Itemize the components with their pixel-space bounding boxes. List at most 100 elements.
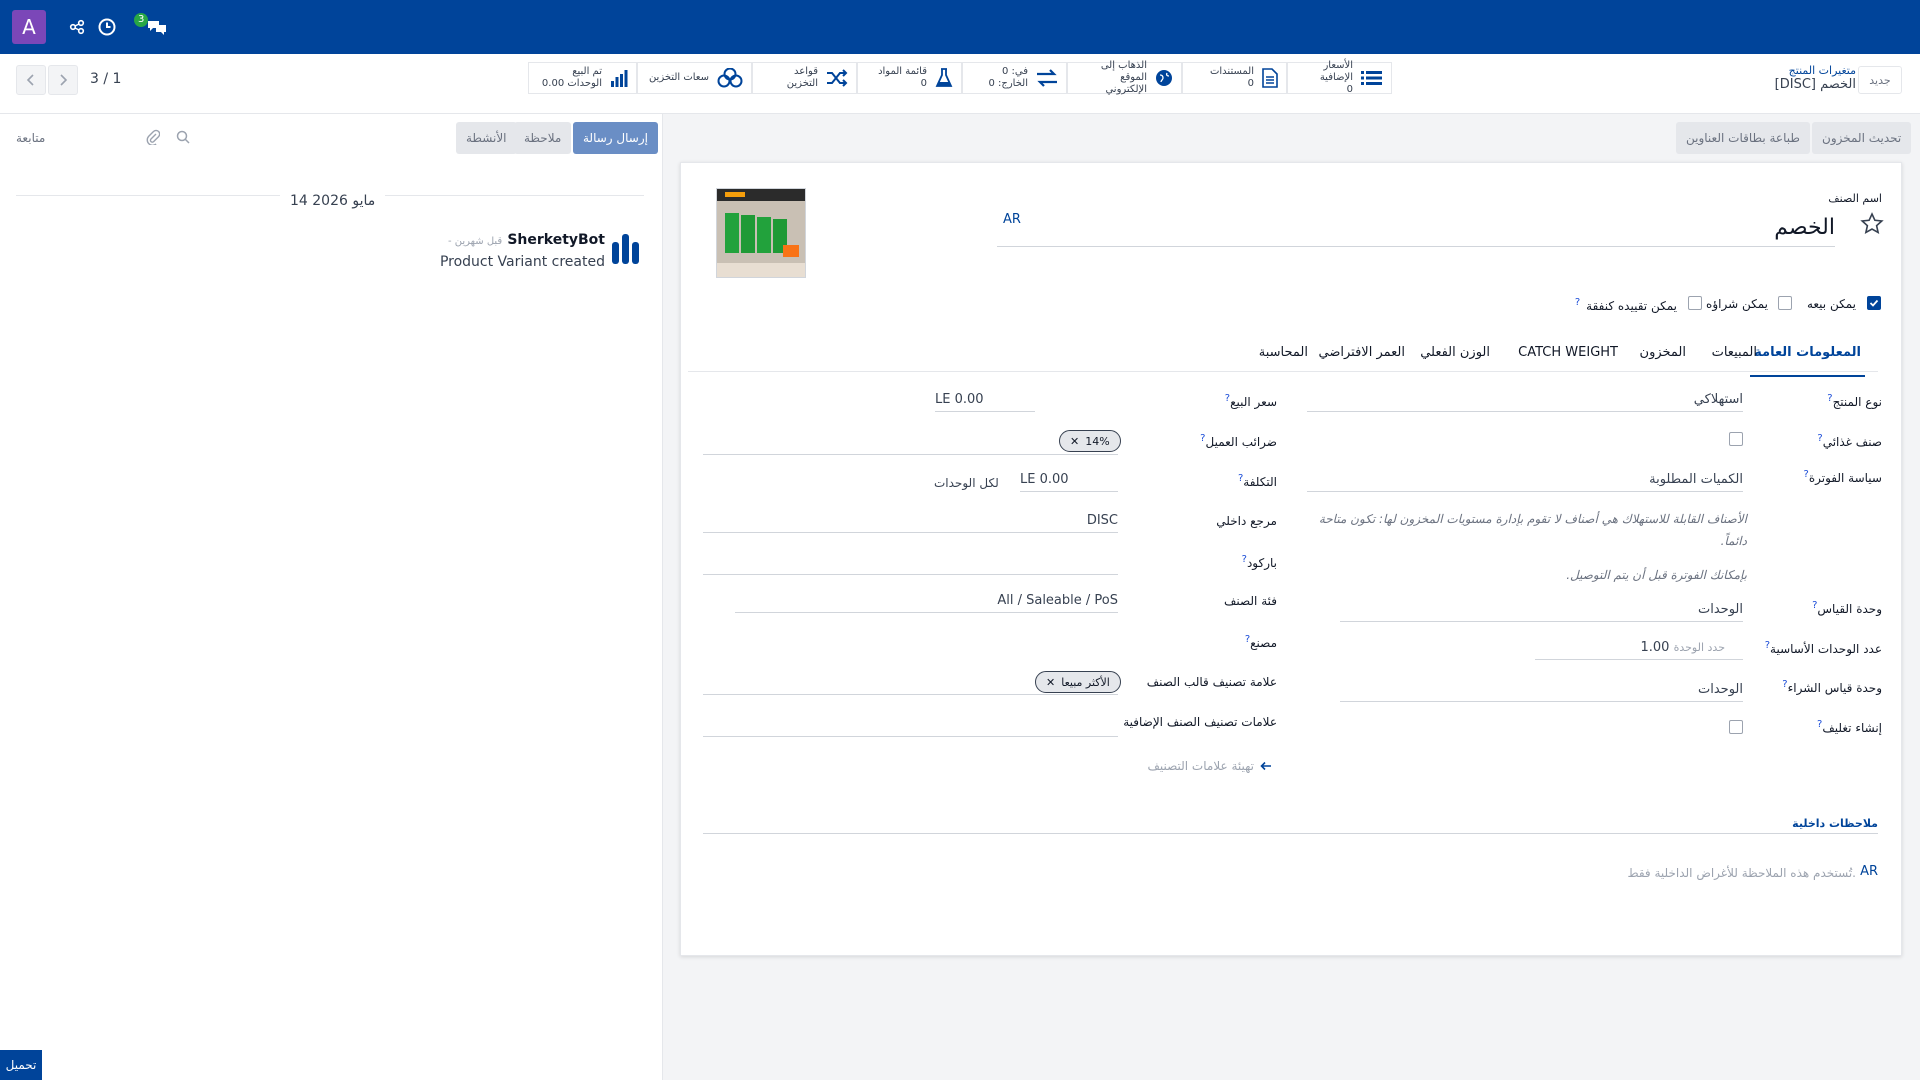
- globe-icon: [1155, 69, 1173, 87]
- smart-button-value: 0: [920, 78, 927, 89]
- internal-ref-input[interactable]: DISC: [703, 513, 1118, 533]
- smart-button-storage-capacities[interactable]: سعات التخزين: [637, 62, 752, 94]
- packaging-label: ?إنشاء تغليف: [1817, 719, 1882, 735]
- smart-button-label: تم البيع: [572, 66, 602, 77]
- product-type-select[interactable]: استهلاكي: [1307, 392, 1743, 412]
- upload-button[interactable]: تحميل: [0, 1050, 42, 1080]
- tab-catch-weight[interactable]: CATCH WEIGHT: [1518, 345, 1618, 369]
- tab-inventory[interactable]: المخزون: [1640, 345, 1686, 369]
- smart-button-label2: 0.00 الوحدات: [541, 78, 602, 89]
- activities-button[interactable]: الأنشطة: [456, 122, 517, 154]
- tag-close-icon[interactable]: ✕: [1070, 435, 1079, 448]
- extra-tags-field[interactable]: [703, 713, 1118, 737]
- configure-tags-label: تهيئة علامات التصنيف: [1147, 759, 1254, 773]
- can-expense-checkbox[interactable]: [1688, 296, 1702, 310]
- smart-button-label: في: 0: [1001, 66, 1028, 77]
- check-icon: [1869, 299, 1879, 307]
- can-buy-label: يمكن شراؤه: [1706, 297, 1768, 311]
- message-author[interactable]: SherketyBot: [507, 232, 605, 248]
- customer-taxes-field[interactable]: [703, 428, 1118, 455]
- invoice-policy-label: ?سياسة الفوترة: [1803, 469, 1882, 485]
- follow-button[interactable]: متابعة: [16, 131, 45, 145]
- internal-notes-divider: [703, 833, 1878, 834]
- tag-close-icon[interactable]: ✕: [1046, 676, 1055, 689]
- purchase-uom-select[interactable]: الوحدات: [1340, 682, 1743, 702]
- internal-notes-label[interactable]: ملاحظات داخلية: [1792, 817, 1878, 830]
- configure-tags-link[interactable]: تهيئة علامات التصنيف: [1147, 759, 1272, 773]
- barcode-input[interactable]: [703, 553, 1118, 575]
- uom-label: ?وحدة القياس: [1812, 600, 1882, 616]
- tab-shelf-life[interactable]: العمر الافتراضي: [1319, 345, 1406, 369]
- lang-button[interactable]: AR: [1003, 212, 1021, 227]
- flask-icon: [935, 68, 953, 88]
- pager-next-button[interactable]: [48, 65, 78, 95]
- tab-actual-weight[interactable]: الوزن الفعلي: [1420, 345, 1490, 369]
- template-tag[interactable]: ✕ الأكثر مبيعا: [1035, 671, 1121, 693]
- invoice-policy-select[interactable]: الكميات المطلوبة: [1307, 472, 1743, 492]
- pager-prev-button[interactable]: [16, 65, 46, 95]
- tabs-divider: [688, 371, 1878, 372]
- product-image[interactable]: [716, 188, 806, 278]
- internal-ref-label: مرجع داخلي: [1216, 514, 1277, 528]
- cost-input[interactable]: LE 0.00: [1020, 472, 1118, 492]
- tax-tag-label: 14%: [1085, 434, 1110, 448]
- base-units-value: 1.00: [1640, 640, 1670, 655]
- tax-tag[interactable]: ✕ 14%: [1059, 430, 1121, 452]
- manufacturer-input[interactable]: [703, 633, 1118, 655]
- smart-button-extra-prices[interactable]: الأسعار الإضافية 0: [1287, 60, 1392, 95]
- new-button[interactable]: جديد: [1858, 66, 1902, 94]
- share-icon[interactable]: [66, 16, 88, 38]
- search-icon[interactable]: [176, 129, 190, 148]
- extra-tags-label: علامات تصنيف الصنف الإضافية: [1123, 715, 1277, 729]
- cost-label: ?التكلفة: [1237, 473, 1277, 489]
- send-message-button[interactable]: إرسال رسالة: [573, 122, 658, 154]
- sale-price-input[interactable]: LE 0.00: [935, 392, 1035, 412]
- smart-button-bom[interactable]: قائمة المواد 0: [857, 62, 962, 94]
- can-sell-checkbox[interactable]: [1867, 296, 1881, 310]
- breadcrumb-parent[interactable]: متغيرات المنتج: [1775, 64, 1856, 78]
- paperclip-icon[interactable]: [146, 129, 161, 149]
- internal-notes-input[interactable]: تُستخدم هذه الملاحظة للأغراض الداخلية فق…: [1627, 866, 1856, 880]
- base-units-placeholder: حدد الوحدة: [1673, 641, 1725, 654]
- breadcrumb: متغيرات المنتج [DISC] الخصم: [1775, 64, 1856, 92]
- base-units-label: ?عدد الوحدات الأساسية: [1764, 640, 1882, 656]
- can-buy-checkbox[interactable]: [1778, 296, 1792, 310]
- smart-button-sold[interactable]: تم البيع 0.00 الوحدات: [528, 62, 637, 94]
- clock-icon[interactable]: [96, 16, 118, 38]
- list-icon: [1361, 69, 1383, 87]
- tab-general-info[interactable]: المعلومات العامة: [1750, 345, 1865, 377]
- smart-button-putaway-rules[interactable]: قواعد التخزين: [752, 62, 857, 94]
- print-labels-button[interactable]: طباعة بطاقات العناوين: [1676, 122, 1810, 154]
- log-note-button[interactable]: ملاحظة: [514, 122, 572, 154]
- category-select[interactable]: All / Saleable / PoS: [735, 593, 1118, 613]
- smart-button-label: قواعد التخزين: [786, 66, 818, 89]
- star-icon[interactable]: [1860, 212, 1884, 240]
- tab-accounting[interactable]: المحاسبة: [1259, 345, 1308, 369]
- smart-button-documents[interactable]: المستندات 0: [1182, 62, 1287, 94]
- product-type-label: ?نوع المنتج: [1827, 393, 1882, 409]
- tab-sales[interactable]: المبيعات: [1712, 345, 1757, 369]
- product-name-input[interactable]: الخصم: [997, 213, 1835, 247]
- invoice-note: بإمكانك الفوترة قبل أن يتم التوصيل.: [1566, 568, 1747, 582]
- purchase-uom-label: ?وحدة قياس الشراء: [1782, 679, 1882, 695]
- cost-suffix: لكل الوحدات: [934, 476, 999, 490]
- user-avatar[interactable]: A: [12, 10, 46, 44]
- update-stock-button[interactable]: تحديث المخزون: [1812, 122, 1912, 154]
- notes-lang-button[interactable]: AR: [1860, 864, 1878, 879]
- template-tag-label: الأكثر مبيعا: [1061, 675, 1110, 689]
- base-units-input[interactable]: 1.00 حدد الوحدة: [1535, 640, 1743, 660]
- uom-select[interactable]: الوحدات: [1340, 602, 1743, 622]
- manufacturer-label: ?مصنع: [1244, 634, 1277, 650]
- packaging-checkbox[interactable]: [1729, 720, 1743, 734]
- smart-button-label: قائمة المواد: [878, 66, 927, 77]
- food-checkbox[interactable]: [1729, 432, 1743, 446]
- smart-button-transfers[interactable]: في: 0 الخارج: 0: [962, 62, 1067, 94]
- boxes-icon: [717, 68, 743, 88]
- smart-button-label: المستندات: [1209, 66, 1254, 77]
- pager-value[interactable]: 3 / 1: [90, 71, 121, 87]
- top-navbar: [0, 0, 1920, 54]
- smart-button-website[interactable]: الذهاب إلى الموقع الإلكتروني: [1067, 60, 1182, 95]
- smart-button-label2: الخارج: 0: [988, 78, 1028, 89]
- template-tags-label: علامة تصنيف قالب الصنف: [1146, 675, 1277, 689]
- name-label: اسم الصنف: [1828, 192, 1882, 205]
